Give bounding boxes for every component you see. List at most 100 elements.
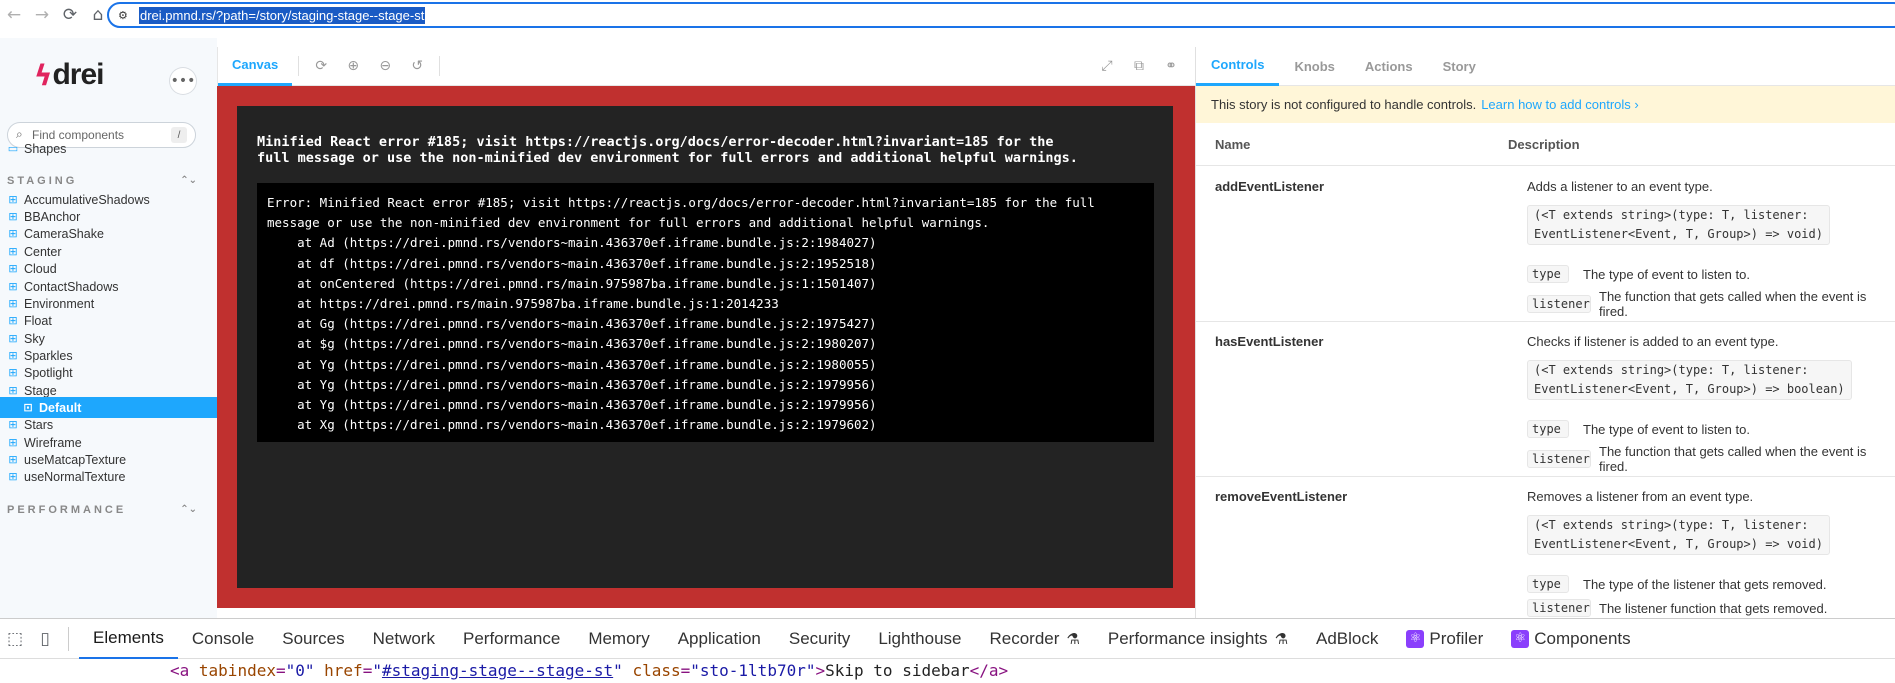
address-bar[interactable]: ⚙ drei.pmnd.rs/?path=/story/staging-stag… xyxy=(107,2,1895,28)
sidebar-item-shapes[interactable]: ▭ Shapes xyxy=(0,138,217,159)
open-new-tab-icon[interactable]: ⧉ xyxy=(1123,54,1155,78)
component-icon: ⊞ xyxy=(8,245,18,258)
back-icon[interactable]: ← xyxy=(0,0,28,30)
component-icon: ⊞ xyxy=(8,384,18,397)
remount-icon[interactable]: ⟳ xyxy=(305,54,337,78)
tab-controls[interactable]: Controls xyxy=(1196,47,1280,86)
param-description: The function that gets called when the e… xyxy=(1599,289,1867,319)
toolbar-divider xyxy=(68,626,69,651)
learn-controls-link[interactable]: Learn how to add controls › xyxy=(1481,97,1639,112)
tab-story[interactable]: Story xyxy=(1428,47,1491,86)
tab-recorder[interactable]: Recorder ⚗ xyxy=(976,619,1094,659)
react-icon: ⚛ xyxy=(1406,629,1425,648)
component-icon: ⊞ xyxy=(8,453,18,466)
forward-icon[interactable]: → xyxy=(28,0,56,30)
bookmark-icon: ⊡ xyxy=(23,401,33,414)
dom-node-line[interactable]: <a tabindex="0" href="#staging-stage--st… xyxy=(170,661,1008,680)
copy-link-icon[interactable]: ⚭ xyxy=(1155,54,1187,78)
tab-actions[interactable]: Actions xyxy=(1350,47,1428,86)
component-icon: ⊞ xyxy=(8,436,18,449)
prop-name: hasEventListener xyxy=(1215,334,1324,349)
param-name: listener xyxy=(1527,599,1591,617)
tab-sources[interactable]: Sources xyxy=(268,619,358,659)
site-info-icon[interactable]: ⚙ xyxy=(118,9,128,22)
toolbar-divider xyxy=(298,56,300,76)
zoom-in-icon[interactable]: ⊕ xyxy=(337,54,369,78)
zoom-out-icon[interactable]: ⊖ xyxy=(369,54,401,78)
param-name: listener xyxy=(1527,295,1591,313)
sidebar: ϟ drei ••• ⌕ Find components / ▭ Shapes ST… xyxy=(0,38,217,618)
prop-description: Removes a listener from an event type. xyxy=(1527,489,1754,504)
component-icon: ⊞ xyxy=(8,193,18,206)
prop-signature: (<T extends string>(type: T, listener: E… xyxy=(1527,515,1830,555)
addons-panel: Controls Knobs Actions Story This story … xyxy=(1195,47,1895,618)
tab-network[interactable]: Network xyxy=(359,619,449,659)
param-row: listener The function that gets called wh… xyxy=(1527,444,1895,474)
prop-signature: (<T extends string>(type: T, listener: E… xyxy=(1527,205,1830,245)
param-description: The type of event to listen to. xyxy=(1583,421,1750,437)
expand-collapse-icon[interactable]: ⌃⌄ xyxy=(180,504,197,516)
param-name: listener xyxy=(1527,450,1591,468)
table-row: addEventListener Adds a listener to an e… xyxy=(1196,167,1895,322)
tab-components[interactable]: ⚛ Components xyxy=(1497,619,1644,659)
reload-icon[interactable]: ⟳ xyxy=(56,0,84,30)
component-icon: ⊞ xyxy=(8,262,18,275)
expand-collapse-icon[interactable]: ⌃⌄ xyxy=(180,175,197,187)
tab-performance-insights[interactable]: Performance insights ⚗ xyxy=(1094,619,1302,659)
param-name: type xyxy=(1527,265,1569,283)
component-icon: ⊞ xyxy=(8,227,18,240)
param-name: type xyxy=(1527,575,1569,593)
browser-toolbar: ← → ⟳ ⌂ ⚙ drei.pmnd.rs/?path=/story/stag… xyxy=(0,0,1895,30)
param-description: The function that gets called when the e… xyxy=(1599,444,1867,474)
canvas-toolbar: Canvas ⟳ ⊕ ⊖ ↺ ⤢ ⧉ ⚭ xyxy=(217,47,1195,86)
sidebar-item[interactable]: ⊞ useNormalTexture xyxy=(0,466,217,487)
tab-application[interactable]: Application xyxy=(664,619,775,659)
table-row: hasEventListener Checks if listener is a… xyxy=(1196,322,1895,477)
component-icon: ⊞ xyxy=(8,314,18,327)
param-row: listener The listener function that gets … xyxy=(1527,599,1827,617)
component-icon: ⊞ xyxy=(8,332,18,345)
component-icon: ⊞ xyxy=(8,280,18,293)
props-table-header: Name Description xyxy=(1196,123,1895,166)
sidebar-menu-button[interactable]: ••• xyxy=(170,68,196,94)
param-description: The type of the listener that gets remov… xyxy=(1583,576,1827,592)
tab-knobs[interactable]: Knobs xyxy=(1279,47,1349,86)
canvas-preview: Minified React error #185; visit https:/… xyxy=(217,86,1195,608)
devtools-panel: ⬚ ▯ Elements Console Sources Network Per… xyxy=(0,618,1895,683)
folder-icon: ▭ xyxy=(7,142,19,155)
href-link[interactable]: #staging-stage--stage-st xyxy=(382,661,613,680)
tab-lighthouse[interactable]: Lighthouse xyxy=(864,619,975,659)
section-header-staging[interactable]: STAGING ⌃⌄ xyxy=(7,175,197,187)
component-icon: ⊞ xyxy=(8,470,18,483)
tab-console[interactable]: Console xyxy=(178,619,268,659)
tab-adblock[interactable]: AdBlock xyxy=(1302,619,1392,659)
experimental-flask-icon: ⚗ xyxy=(1274,629,1289,648)
component-icon: ⊞ xyxy=(8,366,18,379)
tab-elements[interactable]: Elements xyxy=(79,619,178,659)
tab-security[interactable]: Security xyxy=(775,619,864,659)
tab-performance[interactable]: Performance xyxy=(449,619,574,659)
table-row: removeEventListener Removes a listener f… xyxy=(1196,477,1895,618)
experimental-flask-icon: ⚗ xyxy=(1066,629,1080,648)
prop-description: Adds a listener to an event type. xyxy=(1527,179,1713,194)
url-text[interactable]: drei.pmnd.rs/?path=/story/staging-stage-… xyxy=(139,6,426,24)
device-toolbar-icon[interactable]: ▯ xyxy=(30,619,60,659)
tab-memory[interactable]: Memory xyxy=(574,619,663,659)
param-description: The type of event to listen to. xyxy=(1583,266,1750,282)
component-icon: ⊞ xyxy=(8,297,18,310)
tab-canvas[interactable]: Canvas xyxy=(218,47,293,86)
react-icon: ⚛ xyxy=(1511,629,1530,648)
prop-name: removeEventListener xyxy=(1215,489,1348,504)
column-header-description: Description xyxy=(1508,136,1580,152)
addon-tabs: Controls Knobs Actions Story xyxy=(1196,47,1895,86)
zoom-reset-icon[interactable]: ↺ xyxy=(401,54,433,78)
tab-profiler[interactable]: ⚛ Profiler xyxy=(1392,619,1497,659)
logo[interactable]: ϟ drei xyxy=(34,58,105,92)
param-name: type xyxy=(1527,420,1569,438)
component-icon: ⊞ xyxy=(8,349,18,362)
param-description: The listener function that gets removed. xyxy=(1599,600,1828,616)
section-header-performance[interactable]: PERFORMANCE ⌃⌄ xyxy=(7,504,197,516)
logo-text: drei xyxy=(52,58,104,91)
inspect-element-icon[interactable]: ⬚ xyxy=(0,619,30,659)
fullscreen-icon[interactable]: ⤢ xyxy=(1091,54,1123,78)
